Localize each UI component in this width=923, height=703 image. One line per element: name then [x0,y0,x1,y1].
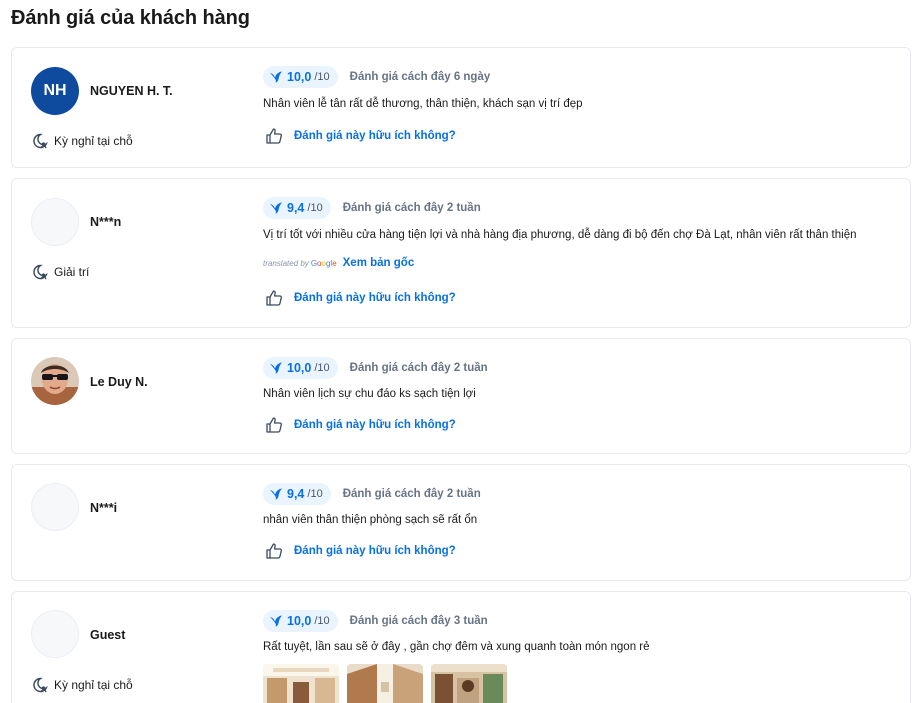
avatar: NH [31,67,79,115]
thumbs-up-icon [265,542,283,560]
reviewer-name: Le Duy N. [90,375,148,389]
bird-icon [269,201,283,215]
review-card: N***n Giải trí 9,4 /10 Đánh giá cách đây… [11,178,911,328]
review-card: NH NGUYEN H. T. Kỳ nghỉ tại chỗ 10,0 /10… [11,47,911,168]
helpful-button[interactable]: Đánh giá này hữu ích không? [265,416,456,434]
score-value: 9,4 [287,201,305,215]
reviewer-name: NGUYEN H. T. [90,84,173,98]
avatar [31,610,79,658]
page-title: Đánh giá của khách hàng [11,7,250,29]
score-badge: 10,0 /10 [263,66,338,88]
review-photo[interactable] [347,664,423,703]
reviewer-name: Guest [90,628,126,642]
trip-type: Kỳ nghỉ tại chỗ [31,676,133,694]
see-original-link[interactable]: Xem bản gốc [343,257,415,269]
moon-person-icon [31,676,49,694]
score-max: /10 [307,202,323,214]
score-value: 9,4 [287,487,305,501]
score-max: /10 [307,488,323,500]
trip-type-label: Kỳ nghỉ tại chỗ [54,134,133,148]
score-badge: 10,0 /10 [263,357,338,379]
score-badge: 9,4 /10 [263,197,331,219]
helpful-label: Đánh giá này hữu ích không? [294,130,456,142]
moon-person-icon [31,263,49,281]
helpful-button[interactable]: Đánh giá này hữu ích không? [265,542,456,560]
score-value: 10,0 [287,361,312,375]
review-text: Rất tuyệt, lần sau sẽ ở đây , gần chợ đê… [263,641,650,653]
review-date: Đánh giá cách đây 3 tuần [349,615,488,627]
bird-icon [269,614,283,628]
score-row: 10,0 /10 Đánh giá cách đây 3 tuần [263,610,488,632]
bird-icon [269,70,283,84]
review-text: Nhân viên lịch sự chu đáo ks sạch tiện l… [263,388,476,400]
review-date: Đánh giá cách đây 6 ngày [349,71,491,83]
review-text: Nhân viên lễ tân rất dễ thương, thân thi… [263,98,583,110]
review-photo[interactable] [431,664,507,703]
review-date: Đánh giá cách đây 2 tuần [342,202,481,214]
reviewer-name: N***n [90,215,122,229]
score-row: 10,0 /10 Đánh giá cách đây 6 ngày [263,66,490,88]
review-card: Le Duy N. 10,0 /10 Đánh giá cách đây 2 t… [11,338,911,454]
google-logo: Google [310,258,337,268]
score-row: 9,4 /10 Đánh giá cách đây 2 tuần [263,197,481,219]
score-row: 9,4 /10 Đánh giá cách đây 2 tuần [263,483,481,505]
score-row: 10,0 /10 Đánh giá cách đây 2 tuần [263,357,488,379]
helpful-button[interactable]: Đánh giá này hữu ích không? [265,127,456,145]
review-photo[interactable] [263,664,339,703]
helpful-label: Đánh giá này hữu ích không? [294,419,456,431]
score-max: /10 [314,71,330,83]
translated-by-label: translated by [263,258,309,268]
bird-icon [269,361,283,375]
trip-type: Giải trí [31,263,89,281]
bird-icon [269,487,283,501]
review-text: nhân viên thân thiện phòng sạch sẽ rất ổ… [263,514,478,526]
translation-attribution: translated by Google Xem bản gốc [263,257,414,269]
thumbs-up-icon [265,416,283,434]
trip-type: Kỳ nghỉ tại chỗ [31,132,133,150]
score-badge: 9,4 /10 [263,483,331,505]
thumbs-up-icon [265,127,283,145]
review-card: N***i 9,4 /10 Đánh giá cách đây 2 tuần n… [11,464,911,581]
helpful-label: Đánh giá này hữu ích không? [294,292,456,304]
moon-person-icon [31,132,49,150]
avatar [31,357,79,405]
review-card: Guest Kỳ nghỉ tại chỗ 10,0 /10 Đánh giá … [11,591,911,703]
review-text: Vị trí tốt với nhiều cửa hàng tiện lợi v… [263,229,857,241]
review-date: Đánh giá cách đây 2 tuần [349,362,488,374]
score-max: /10 [314,362,330,374]
avatar [31,483,79,531]
trip-type-label: Giải trí [54,265,90,279]
score-value: 10,0 [287,614,312,628]
review-date: Đánh giá cách đây 2 tuần [342,488,481,500]
helpful-button[interactable]: Đánh giá này hữu ích không? [265,289,456,307]
trip-type-label: Kỳ nghỉ tại chỗ [54,678,133,692]
score-badge: 10,0 /10 [263,610,338,632]
score-value: 10,0 [287,70,312,84]
reviewer-name: N***i [90,501,118,515]
thumbs-up-icon [265,289,283,307]
avatar [31,198,79,246]
score-max: /10 [314,615,330,627]
helpful-label: Đánh giá này hữu ích không? [294,545,456,557]
